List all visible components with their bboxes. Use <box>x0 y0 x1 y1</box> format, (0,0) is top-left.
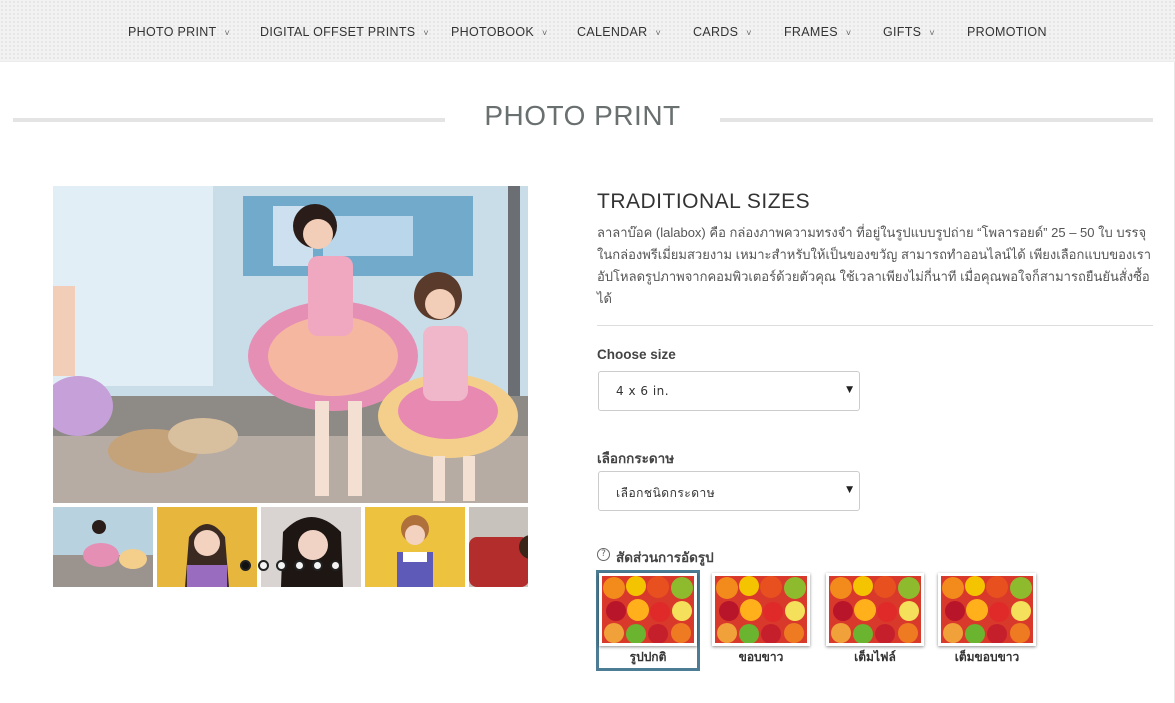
nav-label: FRAMES <box>784 25 838 39</box>
thumbnail-image <box>157 507 257 587</box>
crop-option-label: ขอบขาว <box>738 650 784 664</box>
crop-ratio-label: สัดส่วนการอัดรูป <box>616 550 714 565</box>
dropdown-arrow-icon: ▼ <box>846 385 853 395</box>
nav-label: PHOTOBOOK <box>451 25 535 39</box>
thumbnail-4[interactable] <box>365 507 465 587</box>
section-divider <box>597 325 1153 326</box>
thumbnail-1[interactable] <box>53 507 153 587</box>
thumbnail-2[interactable] <box>157 507 257 587</box>
thumbnail-strip <box>53 507 528 587</box>
page-title: PHOTO PRINT <box>484 100 681 131</box>
thumbnail-5[interactable] <box>469 507 528 587</box>
carousel-dot-3[interactable] <box>276 560 287 571</box>
crop-option-label: เต็มขอบขาว <box>954 650 1020 664</box>
help-icon[interactable]: ? <box>597 548 610 561</box>
nav-item-photobook[interactable]: PHOTOBOOK ˅ <box>451 25 548 39</box>
nav-label: DIGITAL OFFSET PRINTS <box>260 25 416 39</box>
nav-label: GIFTS <box>883 25 922 39</box>
nav-label: PROMOTION <box>967 25 1047 39</box>
thumbnail-image <box>469 507 528 587</box>
nav-label: PHOTO PRINT <box>128 25 217 39</box>
chevron-down-icon: ˅ <box>542 28 548 38</box>
crop-option-label: รูปปกติ <box>629 650 667 664</box>
carousel-dot-5[interactable] <box>312 560 323 571</box>
title-rule-right <box>720 118 1153 122</box>
concert-photo-illustration <box>53 186 528 503</box>
fruit-preview-image <box>941 576 1033 644</box>
thumbnail-3[interactable] <box>261 507 361 587</box>
crop-option-full-white-border[interactable]: เต็มขอบขาว <box>938 573 1036 668</box>
product-description: ลาลาบ๊อค (lalabox) คือ กล่องภาพความทรงจำ… <box>597 225 1152 306</box>
paper-select[interactable]: เลือกชนิดกระดาษ ▼ <box>598 471 860 511</box>
crop-preview-frame <box>599 573 697 646</box>
carousel-dot-2[interactable] <box>258 560 269 571</box>
nav-item-photo-print[interactable]: PHOTO PRINT ˅ <box>128 25 230 39</box>
dropdown-arrow-icon: ▼ <box>846 485 853 495</box>
chevron-down-icon: ˅ <box>655 28 662 38</box>
crop-preview-frame <box>712 573 810 646</box>
crop-preview-frame <box>938 573 1036 646</box>
crop-option-white-border[interactable]: ขอบขาว <box>712 573 810 668</box>
crop-option-normal[interactable]: รูปปกติ <box>596 570 700 671</box>
top-navigation: PHOTO PRINT ˅ DIGITAL OFFSET PRINTS ˅ PHOT… <box>0 0 1175 62</box>
nav-item-calendar[interactable]: CALENDAR ˅ <box>577 25 661 39</box>
size-label: Choose size <box>597 347 676 362</box>
fruit-preview-image <box>829 576 921 644</box>
crop-preview-frame <box>826 573 924 646</box>
nav-item-cards[interactable]: CARDS ˅ <box>693 25 752 39</box>
carousel-dot-6[interactable] <box>330 560 341 571</box>
nav-item-digital-offset-prints[interactable]: DIGITAL OFFSET PRINTS ˅ <box>260 25 429 39</box>
carousel-dot-4[interactable] <box>294 560 305 571</box>
nav-item-promotion[interactable]: PROMOTION <box>967 25 1047 39</box>
product-title: TRADITIONAL SIZES <box>597 190 811 213</box>
crop-option-full-file[interactable]: เต็มไฟล์ <box>826 573 924 668</box>
nav-item-gifts[interactable]: GIFTS ˅ <box>883 25 935 39</box>
paper-select-value: เลือกชนิดกระดาษ <box>616 486 716 500</box>
chevron-down-icon: ˅ <box>845 28 852 38</box>
nav-label: CARDS <box>693 25 739 39</box>
chevron-down-icon: ˅ <box>423 28 429 38</box>
thumbnail-image <box>53 507 153 587</box>
thumbnail-image <box>261 507 361 587</box>
chevron-down-icon: ˅ <box>224 28 231 38</box>
crop-option-label: เต็มไฟล์ <box>854 650 896 664</box>
carousel-dot-1[interactable] <box>240 560 251 571</box>
chevron-down-icon: ˅ <box>746 28 752 38</box>
nav-item-frames[interactable]: FRAMES ˅ <box>784 25 851 39</box>
size-select[interactable]: 4 x 6 in. ▼ <box>598 371 860 411</box>
paper-label: เลือกกระดาษ <box>597 451 675 466</box>
fruit-preview-image <box>602 576 694 644</box>
nav-label: CALENDAR <box>577 25 648 39</box>
chevron-down-icon: ˅ <box>929 28 935 38</box>
main-product-photo[interactable] <box>53 186 528 503</box>
size-select-value: 4 x 6 in. <box>616 384 670 398</box>
thumbnail-image <box>365 507 465 587</box>
title-rule-left <box>13 118 445 122</box>
fruit-preview-image <box>715 576 807 644</box>
